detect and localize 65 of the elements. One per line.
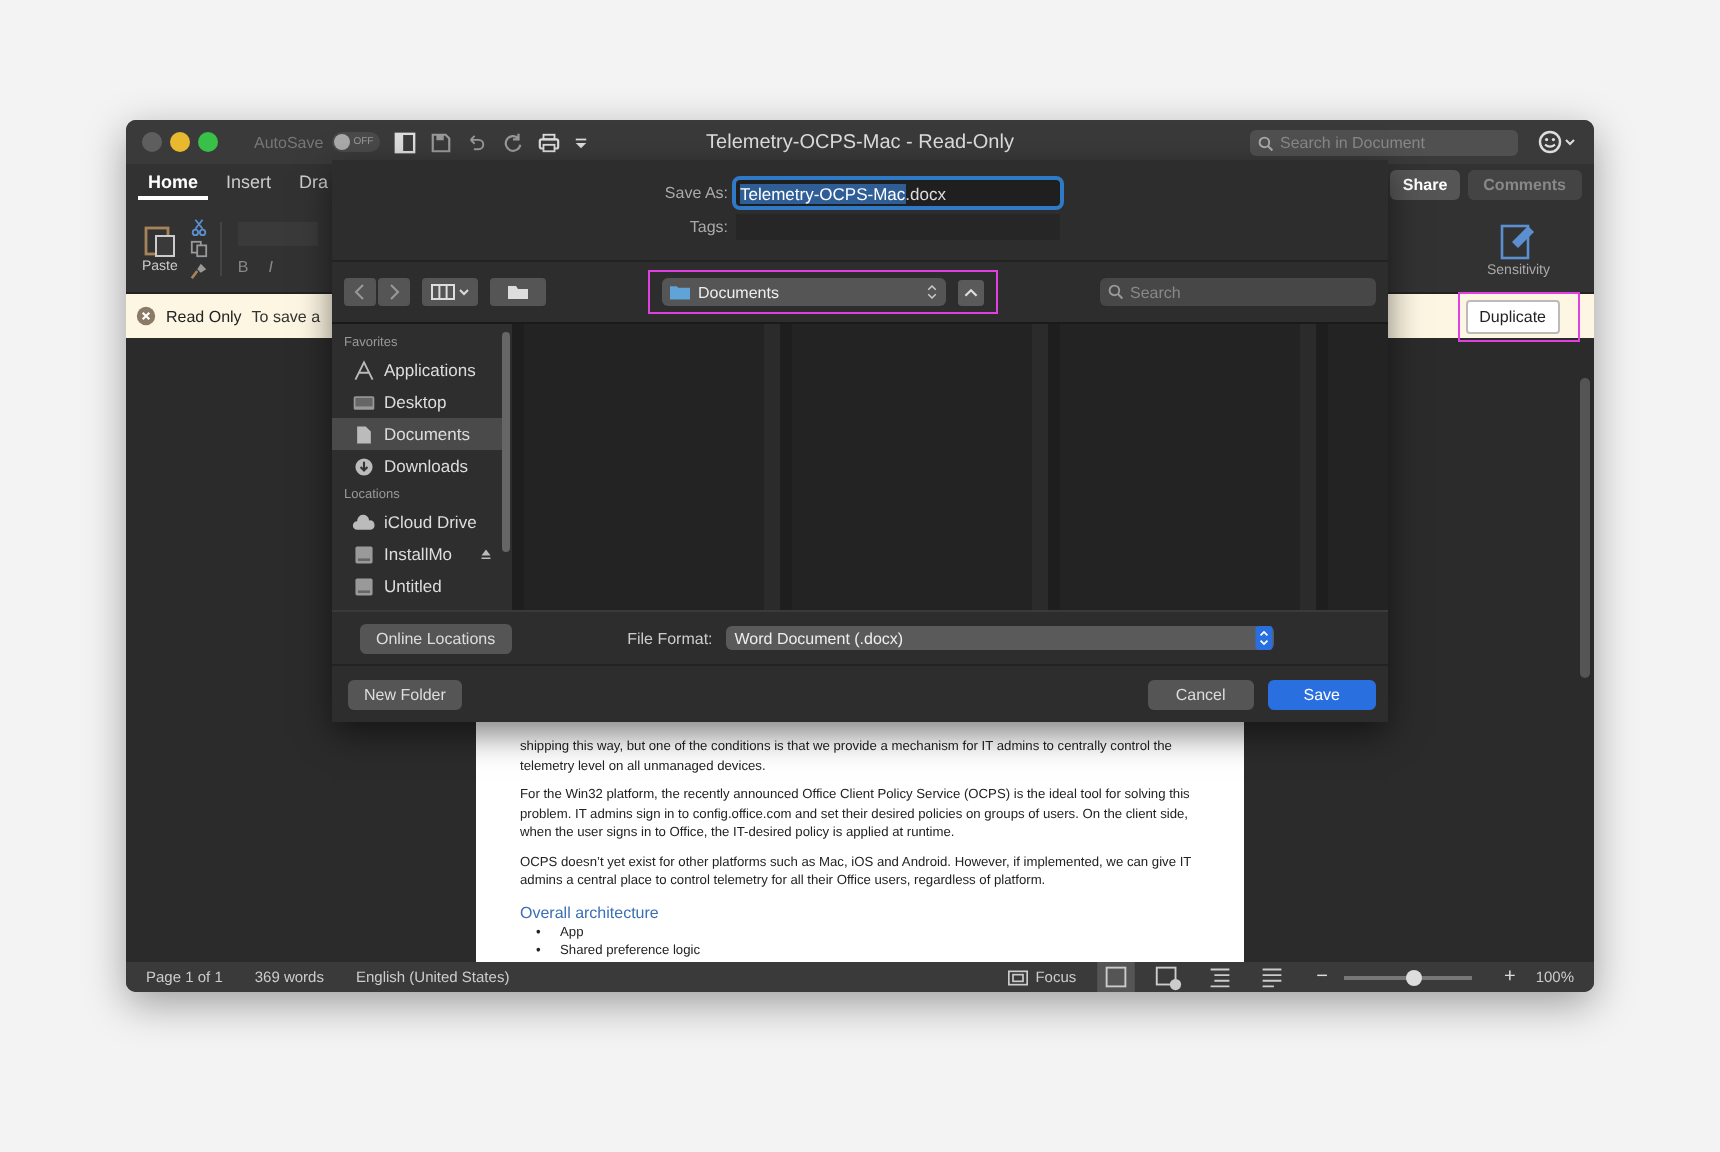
save-icon[interactable] (429, 131, 452, 153)
print-layout-icon[interactable] (1096, 962, 1137, 992)
tags-label: Tags: (687, 218, 728, 236)
sidebar-item[interactable]: Downloads (332, 450, 504, 482)
brush-icon[interactable] (189, 261, 208, 279)
view-columns-button[interactable] (422, 278, 478, 306)
ribbon-tab[interactable]: Dra (289, 168, 339, 200)
sidebar-item[interactable]: InstallMo (332, 538, 504, 570)
save-button[interactable]: Save (1267, 679, 1376, 709)
back-button[interactable] (344, 278, 376, 306)
download-icon (352, 455, 376, 477)
ribbon-tab[interactable]: Home (138, 168, 209, 200)
italic-button[interactable]: I (268, 257, 273, 275)
file-format-popup[interactable]: Word Document (.docx) (726, 626, 1275, 650)
sidebar-item[interactable]: Documents (332, 418, 504, 450)
copy-icon[interactable] (189, 239, 208, 257)
read-only-title: Read Only (166, 307, 242, 325)
zoom-in-button[interactable]: + (1503, 966, 1516, 988)
save-as-field[interactable]: Telemetry-OCPS-Mac.docx (736, 180, 1060, 206)
save-as-label: Save As: (662, 184, 728, 202)
redo-icon[interactable] (501, 131, 524, 153)
cloud-icon (352, 511, 376, 533)
customize-icon[interactable] (573, 135, 588, 149)
folder-icon (670, 284, 690, 300)
sidebar-item[interactable]: Applications (332, 354, 504, 386)
search-field[interactable]: Search (1100, 278, 1376, 306)
collapse-button[interactable] (958, 279, 984, 305)
focus-icon (1007, 969, 1028, 985)
scissors-icon[interactable] (189, 217, 208, 235)
sidebar-icon[interactable] (393, 131, 416, 153)
forward-button[interactable] (378, 278, 410, 306)
sidebar-item[interactable]: Desktop (332, 386, 504, 418)
print-icon[interactable] (537, 131, 560, 153)
close-circle-icon[interactable] (136, 306, 156, 326)
sidebar-item[interactable]: Untitled (332, 570, 504, 602)
zoom-slider-thumb[interactable] (1406, 969, 1423, 985)
autosave-label: AutoSave (254, 133, 324, 151)
zoom-button[interactable] (198, 132, 218, 152)
monitor-icon (352, 391, 376, 413)
file-format-label: File Format: (627, 629, 713, 647)
online-locations-button[interactable]: Online Locations (360, 623, 512, 653)
applications-icon (352, 359, 376, 381)
document-icon (352, 423, 376, 445)
sidebar-item[interactable]: iCloud Drive (332, 506, 504, 538)
search-icon (1108, 284, 1124, 300)
clipboard-icon (143, 222, 176, 258)
smiley-icon[interactable] (1538, 130, 1578, 154)
undo-icon[interactable] (465, 131, 488, 153)
popup-arrows-icon (1254, 626, 1275, 650)
scroll-bar[interactable] (1580, 378, 1590, 678)
cancel-button[interactable]: Cancel (1147, 679, 1254, 709)
up-down-arrows-icon (926, 282, 938, 302)
share-button[interactable]: Share (1390, 169, 1460, 199)
eject-icon[interactable] (480, 548, 492, 560)
ribbon-tab[interactable]: Insert (216, 168, 282, 200)
bold-button[interactable]: B (237, 257, 249, 275)
location-popup[interactable]: Documents (662, 278, 946, 306)
window-title: Telemetry-OCPS-Mac - Read-Only (706, 131, 1014, 153)
zoom-out-button[interactable]: − (1316, 966, 1328, 988)
minimize-button[interactable] (170, 132, 190, 152)
new-folder-button[interactable]: New Folder (348, 679, 462, 709)
folder-button[interactable] (490, 278, 546, 306)
search-icon (1258, 135, 1274, 151)
read-only-message: To save a (251, 307, 321, 325)
heading: Overall architecture (520, 903, 661, 921)
